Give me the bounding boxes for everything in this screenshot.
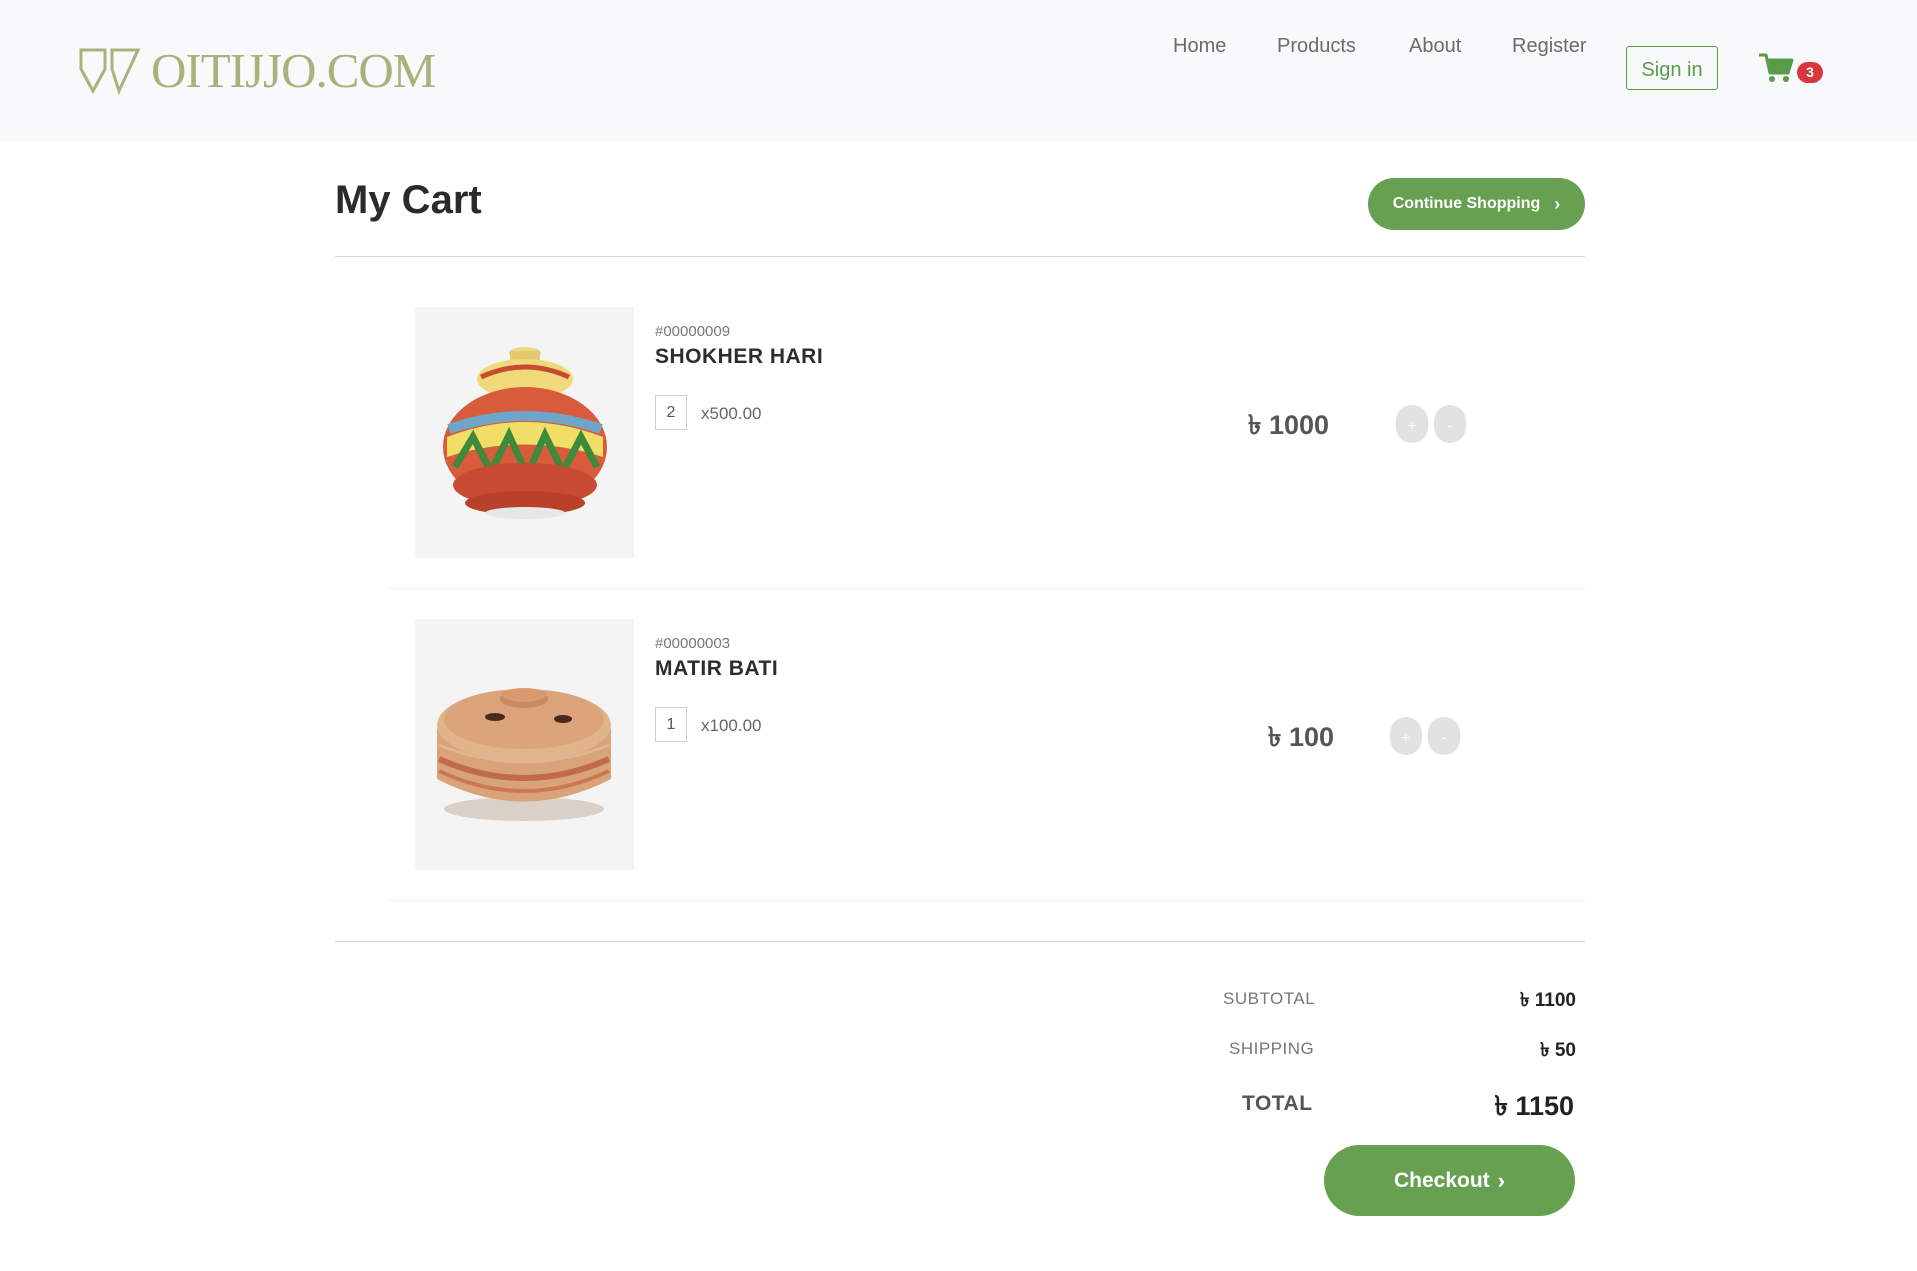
page-title: My Cart: [335, 178, 482, 222]
item-divider: [388, 900, 1585, 901]
product-sku: #00000009: [655, 323, 731, 340]
continue-shopping-button[interactable]: Continue Shopping ›: [1368, 178, 1585, 230]
chevron-right-icon: ›: [1497, 1167, 1505, 1193]
brand-name: OITIJJO.COM: [151, 43, 436, 98]
product-image[interactable]: [415, 619, 634, 870]
top-navbar: OITIJJO.COM Home Products About Register…: [0, 0, 1917, 141]
product-name[interactable]: MATIR BATI: [655, 657, 778, 681]
quantity-field[interactable]: 2: [655, 395, 687, 430]
shipping-label: SHIPPING: [1229, 1039, 1315, 1058]
divider: [335, 256, 1585, 257]
brand-logo[interactable]: OITIJJO.COM: [79, 43, 436, 98]
cart-link[interactable]: 3: [1758, 52, 1829, 92]
quantity-field[interactable]: 1: [655, 707, 687, 742]
unit-price: x100.00: [701, 716, 762, 735]
unit-price: x500.00: [701, 404, 762, 423]
shipping-value: ৳ 50: [1540, 1040, 1576, 1061]
line-total: ৳ 100: [1268, 722, 1334, 752]
cart-count-badge: 3: [1797, 62, 1823, 83]
decrease-qty-button[interactable]: -: [1428, 717, 1460, 755]
line-total: ৳ 1000: [1248, 410, 1330, 440]
increase-qty-button[interactable]: +: [1390, 717, 1422, 755]
cart-icon: [1758, 52, 1795, 89]
subtotal-label: SUBTOTAL: [1223, 989, 1316, 1008]
decrease-qty-button[interactable]: -: [1434, 405, 1466, 443]
nav-products-link[interactable]: Products: [1277, 23, 1356, 69]
continue-shopping-label: Continue Shopping: [1392, 195, 1541, 212]
painted-clay-pot-image: [443, 347, 607, 519]
product-image[interactable]: [415, 307, 634, 558]
nav-register-link[interactable]: Register: [1512, 23, 1586, 69]
divider: [335, 941, 1585, 942]
nav-about-link[interactable]: About: [1409, 23, 1461, 69]
shield-mark-icon: [79, 47, 141, 95]
cart-item: #00000003 MATIR BATI 1 x100.00 ৳ 100 + -: [388, 619, 1585, 919]
total-value: ৳ 1150: [1494, 1091, 1574, 1121]
product-sku: #00000003: [655, 635, 731, 652]
cart-item: #00000009 SHOKHER HARI 2 x500.00 ৳ 1000 …: [388, 307, 1585, 607]
checkout-button[interactable]: Checkout ›: [1324, 1145, 1575, 1216]
nav-home-link[interactable]: Home: [1173, 23, 1226, 69]
checkout-label: Checkout: [1393, 1168, 1490, 1192]
clay-bowl-with-lid-image: [437, 688, 611, 821]
total-label: TOTAL: [1242, 1092, 1313, 1115]
chevron-right-icon: ›: [1554, 193, 1561, 214]
increase-qty-button[interactable]: +: [1396, 405, 1428, 443]
product-name[interactable]: SHOKHER HARI: [655, 345, 823, 369]
item-divider: [388, 588, 1585, 589]
sign-in-button[interactable]: Sign in: [1626, 46, 1718, 90]
subtotal-value: ৳ 1100: [1520, 990, 1576, 1011]
